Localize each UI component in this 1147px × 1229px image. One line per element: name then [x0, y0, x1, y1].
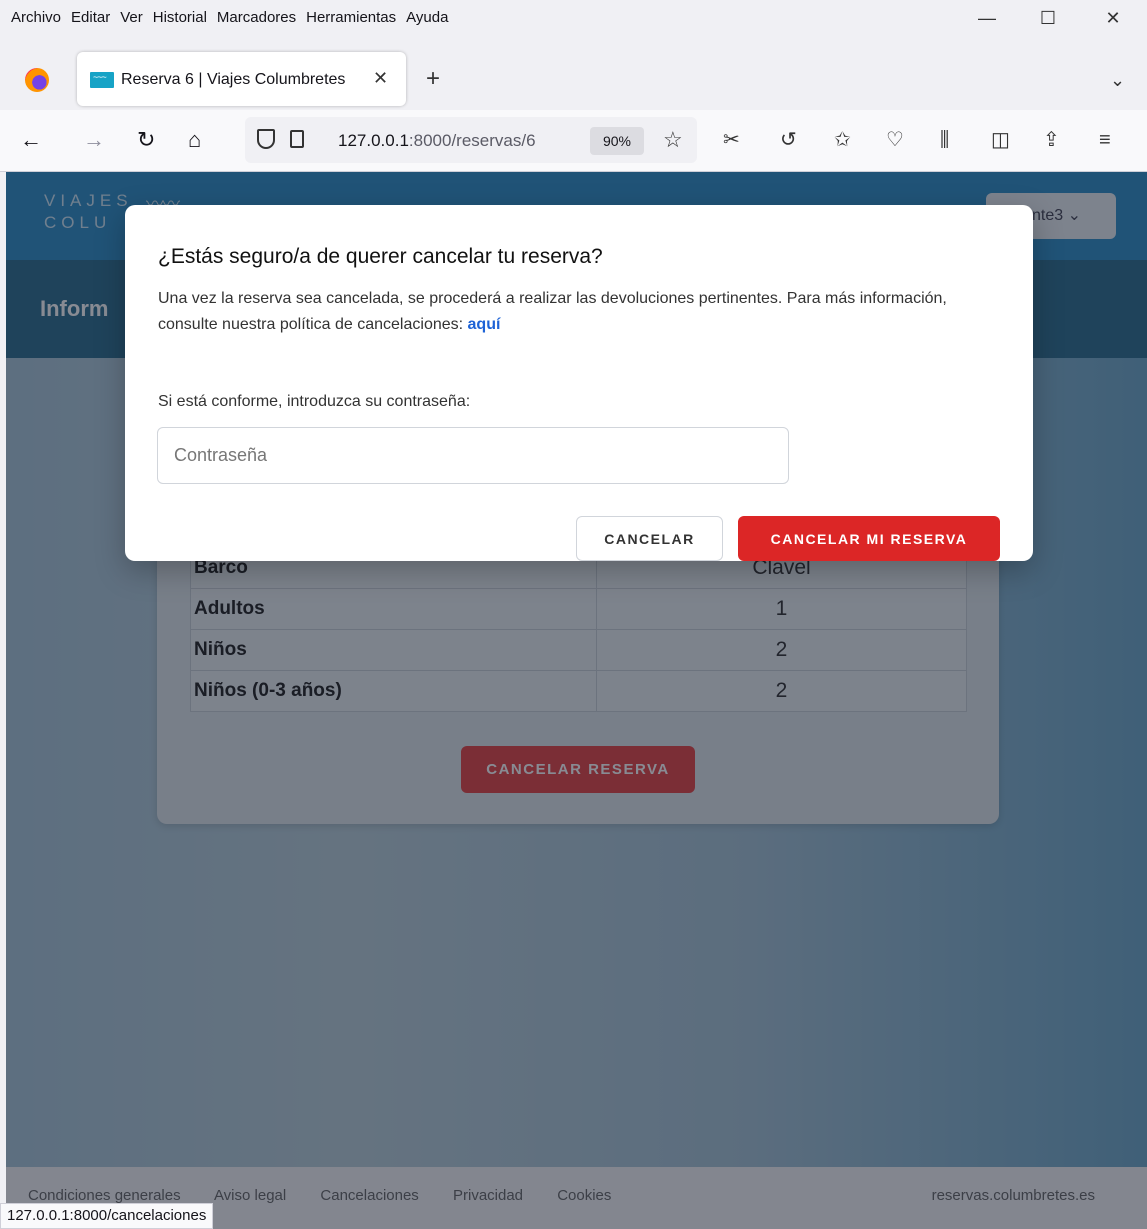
url-bar[interactable]: 127.0.0.1:8000/reservas/6 90% ☆ [245, 117, 697, 163]
site-favicon-icon [90, 72, 114, 88]
menu-historial[interactable]: Historial [148, 9, 212, 26]
url-text[interactable]: 127.0.0.1:8000/reservas/6 [338, 131, 536, 151]
tab-bar: Reserva 6 | Viajes Columbretes ✕ + ⌄ [0, 40, 1147, 110]
extensions-star-icon[interactable]: ✩ [834, 130, 851, 150]
minimize-button[interactable]: — [972, 8, 1002, 34]
password-input[interactable] [157, 427, 789, 484]
home-icon[interactable]: ⌂ [188, 128, 201, 152]
page-info-icon[interactable] [290, 130, 304, 148]
cancel-confirm-dialog: ¿Estás seguro/a de querer cancelar tu re… [125, 205, 1033, 561]
app-menu-icon[interactable]: ≡ [1099, 130, 1111, 150]
reload-icon[interactable]: ↻ [137, 128, 155, 152]
firefox-icon[interactable] [25, 68, 49, 92]
tab-title: Reserva 6 | Viajes Columbretes [121, 71, 346, 88]
menu-editar[interactable]: Editar [66, 9, 115, 26]
menu-list: Archivo Editar Ver Historial Marcadores … [6, 9, 453, 26]
bookmark-star-icon[interactable]: ☆ [663, 127, 683, 153]
library-icon[interactable]: ⫼ [940, 130, 949, 150]
menu-herramientas[interactable]: Herramientas [301, 9, 401, 26]
new-tab-button[interactable]: + [426, 67, 440, 91]
pocket-icon[interactable]: ♡ [886, 130, 904, 150]
sidebar-icon[interactable]: ◫ [991, 130, 1010, 150]
forward-arrow-icon[interactable]: → [83, 128, 105, 152]
menu-ver[interactable]: Ver [115, 9, 148, 26]
back-arrow-icon[interactable]: ← [20, 128, 42, 152]
dialog-text: Una vez la reserva sea cancelada, se pro… [158, 290, 947, 333]
maximize-button[interactable]: ☐ [1033, 8, 1063, 34]
close-window-button[interactable]: ✕ [1098, 8, 1128, 34]
list-tabs-button[interactable]: ⌄ [1110, 70, 1125, 91]
menu-ayuda[interactable]: Ayuda [401, 9, 453, 26]
confirm-cancel-reservation-button[interactable]: CANCELAR MI RESERVA [738, 516, 1000, 561]
menu-archivo[interactable]: Archivo [6, 9, 66, 26]
menu-marcadores[interactable]: Marcadores [212, 9, 301, 26]
close-tab-icon[interactable]: ✕ [373, 68, 388, 89]
zoom-level[interactable]: 90% [590, 127, 644, 155]
screenshot-icon[interactable]: ✂ [723, 130, 740, 150]
share-icon[interactable]: ⇪ [1043, 130, 1060, 150]
dialog-title: ¿Estás seguro/a de querer cancelar tu re… [158, 245, 603, 268]
dialog-description: Una vez la reserva sea cancelada, se pro… [158, 286, 1003, 338]
menu-bar: Archivo Editar Ver Historial Marcadores … [0, 0, 1147, 40]
url-host: 127.0.0.1 [338, 131, 409, 150]
cancellation-policy-link[interactable]: aquí [468, 316, 501, 333]
tab-reserva-6[interactable]: Reserva 6 | Viajes Columbretes ✕ [77, 52, 406, 106]
page-viewport: VIAJES COLU 〰〰 nte3 ⌄ Inform Barco Clave… [6, 172, 1147, 1229]
dialog-cancel-button[interactable]: CANCELAR [576, 516, 723, 561]
tracking-shield-icon[interactable] [257, 129, 275, 149]
nav-bar: ← → ↻ ⌂ 127.0.0.1:8000/reservas/6 90% ☆ … [0, 110, 1147, 172]
status-bar-url: 127.0.0.1:8000/cancelaciones [0, 1203, 214, 1229]
url-path: :8000/reservas/6 [408, 131, 536, 150]
history-icon[interactable]: ↺ [780, 130, 797, 150]
password-label: Si está conforme, introduzca su contrase… [158, 393, 471, 410]
